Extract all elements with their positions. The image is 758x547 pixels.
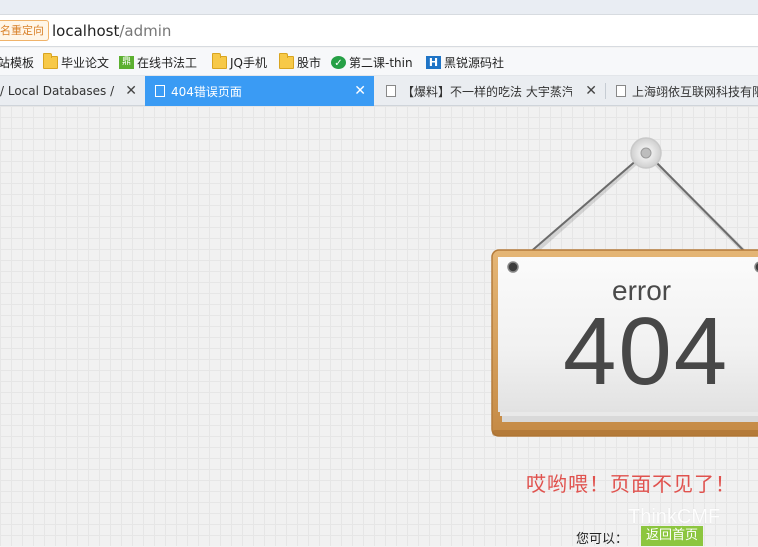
address-bar[interactable]: 名重定向 localhost/admin: [0, 14, 758, 47]
bookmarks-bar: 站模板 毕业论文 鼎 在线书法工 JQ手机 股市 ✓ 第二课-thin H 黑锐…: [0, 48, 758, 76]
bookmark-label: 第二课-thin: [349, 55, 413, 70]
bookmark-item[interactable]: 股市: [279, 52, 321, 72]
page-icon: [386, 85, 396, 97]
browser-top-strip: [0, 0, 758, 14]
close-icon[interactable]: ✕: [585, 82, 597, 100]
url-path: /admin: [119, 22, 172, 40]
bookmark-label: 站模板: [0, 55, 35, 70]
close-icon[interactable]: ✕: [125, 82, 137, 100]
bookmark-item[interactable]: 站模板: [0, 52, 34, 72]
url-host: localhost: [52, 22, 120, 40]
tab-local-databases[interactable]: / Local Databases / ✕: [0, 76, 145, 106]
folder-icon: [279, 52, 294, 69]
bookmark-item[interactable]: JQ手机: [212, 52, 267, 72]
error-code: 404: [563, 298, 730, 405]
tab-label: 上海翊依互联网科技有限: [632, 84, 758, 99]
page-content: error 404 哎哟喂！页面不见了！ ThinkCMF 您可以： 返回首页: [0, 106, 758, 547]
bookmark-item[interactable]: ✓ 第二课-thin: [331, 52, 413, 72]
not-found-message: 哎哟喂！页面不见了！: [526, 472, 736, 496]
bookmark-label: JQ手机: [230, 55, 267, 70]
home-button[interactable]: 返回首页: [641, 526, 704, 546]
folder-icon: [212, 52, 227, 69]
close-icon[interactable]: ✕: [354, 82, 366, 100]
green-square-icon: 鼎: [119, 55, 134, 69]
green-circle-icon: ✓: [331, 55, 346, 69]
url-text[interactable]: localhost/admin: [52, 21, 171, 41]
bookmark-label: 在线书法工: [137, 55, 198, 70]
blue-h-icon: H: [426, 55, 441, 69]
page-icon: [616, 85, 626, 97]
tab-news[interactable]: 【爆料】不一样的吃法 大宇蒸汽 ✕: [374, 76, 605, 106]
redirect-badge[interactable]: 名重定向: [0, 20, 49, 41]
tab-404[interactable]: 404错误页面 ✕: [145, 76, 374, 106]
bookmark-item[interactable]: 毕业论文: [43, 52, 109, 72]
bookmark-label: 黑锐源码社: [444, 55, 505, 70]
bookmark-item[interactable]: 鼎 在线书法工: [119, 52, 197, 72]
tab-company[interactable]: 上海翊依互联网科技有限: [606, 76, 758, 106]
page-icon: [155, 85, 165, 97]
folder-icon: [43, 52, 58, 69]
bookmark-label: 股市: [297, 55, 322, 70]
tab-label: / Local Databases /: [0, 84, 115, 98]
bookmark-label: 毕业论文: [61, 55, 110, 70]
tab-bar: / Local Databases / ✕ 404错误页面 ✕ 【爆料】不一样的…: [0, 76, 758, 106]
footer-label: 您可以：: [576, 532, 629, 547]
tab-label: 【爆料】不一样的吃法 大宇蒸汽: [402, 84, 572, 99]
bookmark-item[interactable]: H 黑锐源码社: [426, 52, 504, 72]
tab-label: 404错误页面: [171, 84, 242, 99]
